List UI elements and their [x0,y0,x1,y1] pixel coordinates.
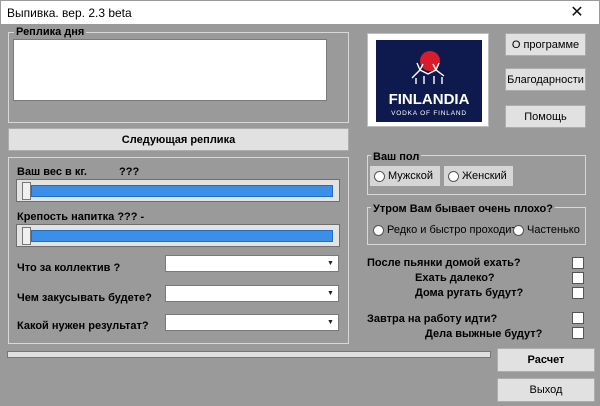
morning-legend: Утром Вам бывает очень плохо? [371,203,555,215]
important-label: Дела выжные будут? [425,328,543,340]
gender-male-option[interactable]: Мужской [370,166,440,186]
work-checkbox[interactable] [572,312,584,324]
rarely-radio[interactable] [373,224,384,236]
gender-female-option[interactable]: Женский [444,166,513,186]
logo-tagline-text: VODKA OF FINLAND [391,110,467,117]
app-window: Выпивка. вер. 2.3 beta ✕ Реплика дня Сле… [0,0,600,406]
chevron-down-icon[interactable]: ▼ [324,287,337,300]
male-label: Мужской [388,170,433,182]
weight-value: ??? [119,166,140,178]
important-checkbox[interactable] [572,327,584,339]
snack-select[interactable]: ▼ [165,285,339,302]
scold-checkbox[interactable] [572,287,584,299]
company-select[interactable]: ▼ [165,255,339,272]
help-button[interactable]: Помощь [505,105,586,128]
far-checkbox[interactable] [572,272,584,284]
exit-button[interactable]: Выход [497,378,595,402]
strength-slider[interactable] [16,224,340,247]
close-icon[interactable]: ✕ [559,1,595,23]
weight-label: Ваш вес в кг. [17,166,87,178]
chevron-down-icon[interactable]: ▼ [324,316,337,329]
phrase-legend: Реплика дня [14,26,87,38]
scold-label: Дома ругать будут? [415,287,524,299]
drive-home-checkbox[interactable] [572,257,584,269]
result-label: Какой нужен результат? [17,320,149,332]
gender-legend: Ваш пол [371,151,422,163]
result-select[interactable]: ▼ [165,314,339,331]
thanks-button[interactable]: Благодарности [505,68,586,91]
female-label: Женский [462,170,507,182]
snack-label: Чем закусывать будете? [17,292,152,304]
calculate-button[interactable]: Расчет [497,348,595,372]
phrase-textbox[interactable] [13,39,327,101]
far-label: Ехать далеко? [415,272,495,284]
about-button[interactable]: О программе [505,33,586,56]
chevron-down-icon[interactable]: ▼ [324,257,337,270]
male-radio[interactable] [374,170,385,182]
company-label: Что за коллектив ? [17,262,121,274]
often-radio[interactable] [513,224,524,236]
weight-slider-thumb[interactable] [22,182,31,200]
window-title: Выпивка. вер. 2.3 beta [7,6,132,20]
work-label: Завтра на работу идти? [367,313,498,325]
progress-bar [7,351,491,358]
strength-label: Крепость напитка ??? - [17,211,145,223]
female-radio[interactable] [448,170,459,182]
strength-slider-thumb[interactable] [22,227,31,245]
title-bar[interactable]: Выпивка. вер. 2.3 beta ✕ [1,1,599,24]
weight-slider-track [31,185,333,197]
morning-rarely-option[interactable]: Редко и быстро проходит [370,224,516,236]
client-area: Реплика дня Следующая реплика FINLANDIA … [1,24,599,405]
morning-often-option[interactable]: Частенько [510,224,580,236]
weight-slider[interactable] [16,179,340,202]
finlandia-logo: FINLANDIA VODKA OF FINLAND [367,33,489,127]
rarely-label: Редко и быстро проходит [387,224,517,236]
often-label: Частенько [527,224,580,236]
strength-slider-track [31,230,333,242]
next-phrase-button[interactable]: Следующая реплика [8,128,349,151]
logo-brand-text: FINLANDIA [389,91,470,108]
drive-home-label: После пьянки домой ехать? [367,257,521,269]
logo-background: FINLANDIA VODKA OF FINLAND [376,40,482,122]
